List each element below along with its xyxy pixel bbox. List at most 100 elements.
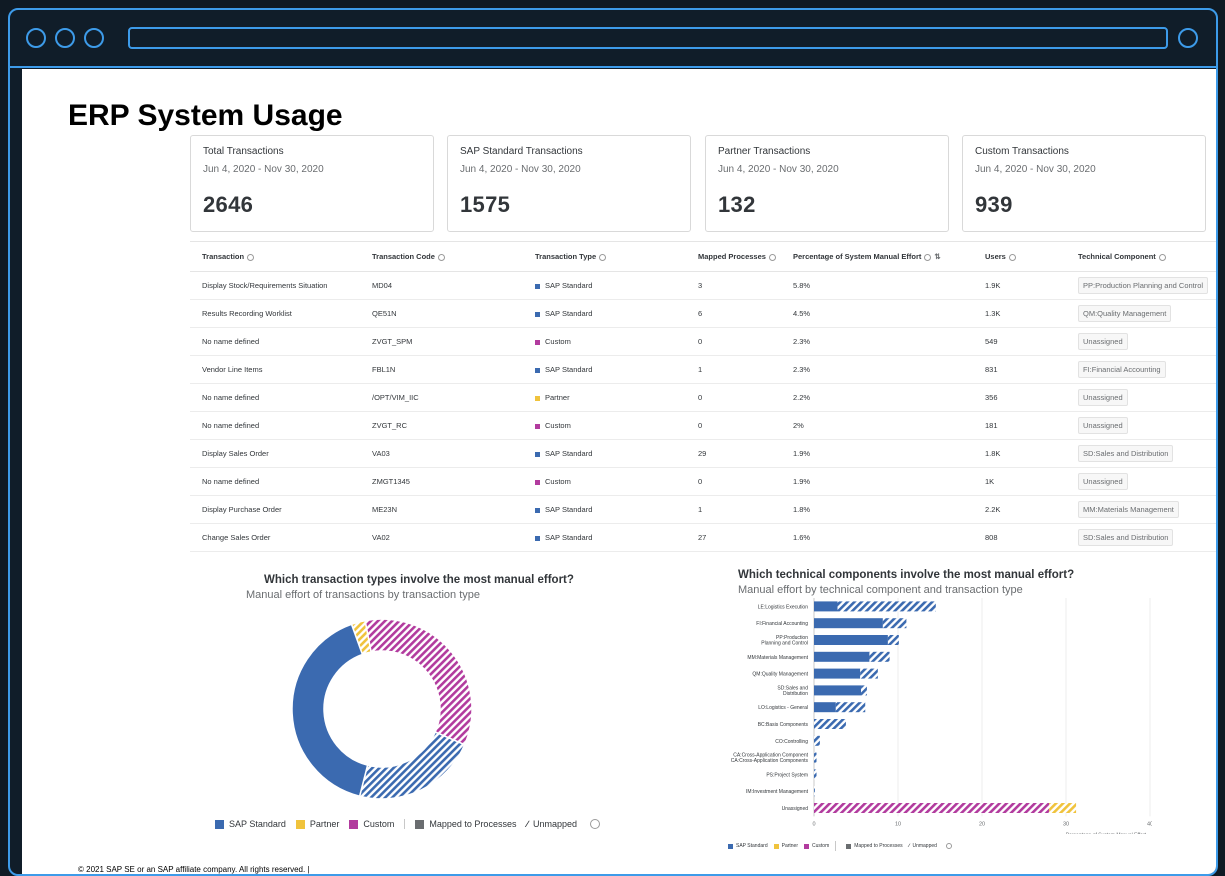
- bar-segment-sap-standard-unmapped[interactable]: [869, 651, 890, 662]
- y-category-label: PP:Production Planning and Control: [761, 635, 808, 647]
- bar-segment-sap-standard-mapped[interactable]: [814, 601, 838, 612]
- info-icon[interactable]: [768, 253, 776, 261]
- table-cell: VA02: [360, 523, 523, 552]
- legend-label: Custom: [363, 819, 395, 829]
- technical-component-tag[interactable]: MM:Materials Management: [1078, 501, 1179, 518]
- table-row[interactable]: Vendor Line Items FBL1N SAP Standard 1 2.3% 8…: [190, 355, 1216, 384]
- legend-item-partner[interactable]: Partner: [295, 819, 339, 829]
- info-icon[interactable]: [590, 819, 600, 829]
- donut-slice-custom-unmapped[interactable]: [364, 618, 473, 746]
- technical-component-tag[interactable]: SD:Sales and Distribution: [1078, 529, 1174, 546]
- legend-item-mapped[interactable]: Mapped to Processes: [846, 843, 903, 849]
- cell-text: Custom: [545, 337, 571, 346]
- column-header-label: Mapped Processes: [698, 252, 766, 261]
- table-cell: 2.2%: [781, 383, 973, 412]
- technical-component-tag[interactable]: Unassigned: [1078, 389, 1128, 406]
- legend-item-sap-standard[interactable]: SAP Standard: [215, 819, 286, 829]
- kpi-partner-transactions[interactable]: Partner Transactions Jun 4, 2020 - Nov 3…: [705, 135, 949, 232]
- table-row[interactable]: Display Sales Order VA03 SAP Standard 29 1.9…: [190, 439, 1216, 468]
- legend-item-partner[interactable]: Partner: [773, 843, 798, 849]
- bar-segment-sap-standard-unmapped[interactable]: [814, 719, 846, 729]
- technical-component-tag[interactable]: QM:Quality Management: [1078, 305, 1172, 322]
- kpi-sap-standard-transactions[interactable]: SAP Standard Transactions Jun 4, 2020 - …: [447, 135, 691, 232]
- bar-segment-sap-standard-unmapped[interactable]: [814, 786, 815, 797]
- table-row[interactable]: No name defined ZVGT_RC Custom 0 2% 181 Unassi…: [190, 411, 1216, 440]
- info-icon[interactable]: [924, 253, 932, 261]
- legend-swatch: [295, 819, 305, 829]
- table-row[interactable]: No name defined/OPT/VIM_IIC Partner 0 2.2% 3…: [190, 383, 1216, 412]
- legend-item-unmapped[interactable]: ∕ Unmapped: [526, 819, 577, 829]
- legend-item-custom[interactable]: Custom: [349, 819, 394, 829]
- address-bar[interactable]: [128, 27, 1168, 49]
- info-icon[interactable]: [247, 253, 255, 261]
- donut-slice-sap-standard-mapped[interactable]: [291, 623, 369, 798]
- bar-segment-sap-standard-mapped[interactable]: [814, 618, 883, 629]
- legend-item-custom[interactable]: Custom: [804, 843, 829, 849]
- column-header-manual-effort[interactable]: Percentage of System Manual Effort ⇅: [781, 241, 973, 272]
- legend-item-sap-standard[interactable]: SAP Standard: [728, 843, 768, 849]
- bar-segment-sap-standard-mapped[interactable]: [814, 685, 862, 696]
- donut-slice-sap-standard-unmapped[interactable]: [358, 731, 466, 800]
- info-icon[interactable]: [437, 253, 445, 261]
- legend-item-unmapped[interactable]: ∕ Unmapped: [909, 843, 937, 849]
- technical-component-tag[interactable]: SD:Sales and Distribution: [1078, 445, 1174, 462]
- window-minimize-dot[interactable]: [55, 28, 75, 48]
- column-header-users[interactable]: Users: [973, 241, 1066, 272]
- bar-segment-sap-standard-unmapped[interactable]: [887, 635, 899, 645]
- table-row[interactable]: Display Stock/Requirements Situation MD04…: [190, 271, 1216, 300]
- technical-component-tag[interactable]: Unassigned: [1078, 417, 1128, 434]
- browser-window: ERP System Usage Total Transactions Jun …: [8, 8, 1218, 876]
- table-cell: Display Sales Order: [190, 439, 360, 468]
- table-row[interactable]: No name defined ZMGT1345 Custom 0 1.9% 1K Unas…: [190, 467, 1216, 496]
- page-content: ERP System Usage Total Transactions Jun …: [22, 69, 1216, 874]
- cell-transaction-type: Custom: [523, 467, 686, 496]
- bar-segment-sap-standard-mapped[interactable]: [814, 651, 870, 662]
- column-header-transaction-code[interactable]: Transaction Code: [360, 241, 523, 272]
- donut-chart: [291, 618, 473, 800]
- bar-segment-sap-standard-mapped[interactable]: [814, 668, 861, 679]
- table-row[interactable]: Change Sales Order VA02 SAP Standard 27 1.6%…: [190, 523, 1216, 552]
- column-header-technical-component[interactable]: Technical Component: [1066, 241, 1216, 272]
- bar-segment-sap-standard-unmapped[interactable]: [860, 668, 878, 679]
- hatch-icon: ∕: [908, 843, 910, 849]
- info-icon[interactable]: [599, 253, 607, 261]
- column-header-mapped-processes[interactable]: Mapped Processes: [686, 241, 781, 272]
- bar-segment-sap-standard-mapped[interactable]: [814, 635, 888, 645]
- table-row[interactable]: No name defined ZVGT_SPM Custom 0 2.3% 549 Una…: [190, 327, 1216, 356]
- bar-segment-sap-standard-unmapped[interactable]: [882, 618, 907, 629]
- technical-component-tag[interactable]: PP:Production Planning and Control: [1078, 277, 1209, 294]
- table-cell: Display Stock/Requirements Situation: [190, 271, 360, 300]
- legend-item-mapped[interactable]: Mapped to Processes: [415, 819, 516, 829]
- browser-menu-circle[interactable]: [1178, 28, 1198, 48]
- column-header-transaction-type[interactable]: Transaction Type: [523, 241, 686, 272]
- info-icon[interactable]: [945, 843, 952, 849]
- cell-text: SAP Standard: [545, 365, 593, 374]
- table-cell: 6: [686, 299, 781, 328]
- sort-descending-icon[interactable]: ⇅: [934, 252, 940, 261]
- bar-segment-partner-unmapped[interactable]: [1049, 803, 1077, 813]
- info-icon[interactable]: [1008, 253, 1016, 261]
- technical-component-tag[interactable]: FI:Financial Accounting: [1078, 361, 1166, 378]
- bar-segment-sap-standard-unmapped[interactable]: [814, 752, 817, 763]
- technical-component-tag[interactable]: Unassigned: [1078, 333, 1128, 350]
- bar-segment-sap-standard-unmapped[interactable]: [835, 702, 866, 713]
- technical-component-tag[interactable]: Unassigned: [1078, 473, 1128, 490]
- column-header-label: Percentage of System Manual Effort: [793, 252, 922, 261]
- type-color-square: [535, 395, 540, 401]
- window-maximize-dot[interactable]: [84, 28, 104, 48]
- bar-segment-sap-standard-unmapped[interactable]: [861, 685, 867, 696]
- table-cell: 808: [973, 523, 1066, 552]
- bar-segment-sap-standard-unmapped[interactable]: [814, 735, 820, 746]
- table-row[interactable]: Results Recording Worklist QE51N SAP Stand…: [190, 299, 1216, 328]
- table-row[interactable]: Display Purchase Order ME23N SAP Standard 1…: [190, 495, 1216, 524]
- column-header-transaction[interactable]: Transaction: [190, 241, 360, 272]
- bar-segment-custom-unmapped[interactable]: [814, 803, 1050, 813]
- kpi-total-transactions[interactable]: Total Transactions Jun 4, 2020 - Nov 30,…: [190, 135, 434, 232]
- bar-segment-sap-standard-unmapped[interactable]: [814, 769, 817, 780]
- kpi-custom-transactions[interactable]: Custom Transactions Jun 4, 2020 - Nov 30…: [962, 135, 1206, 232]
- info-icon[interactable]: [1158, 253, 1166, 261]
- bar-segment-sap-standard-unmapped[interactable]: [837, 601, 936, 612]
- bar-segment-sap-standard-mapped[interactable]: [814, 702, 836, 713]
- window-close-dot[interactable]: [26, 28, 46, 48]
- window-titlebar: [10, 10, 1216, 68]
